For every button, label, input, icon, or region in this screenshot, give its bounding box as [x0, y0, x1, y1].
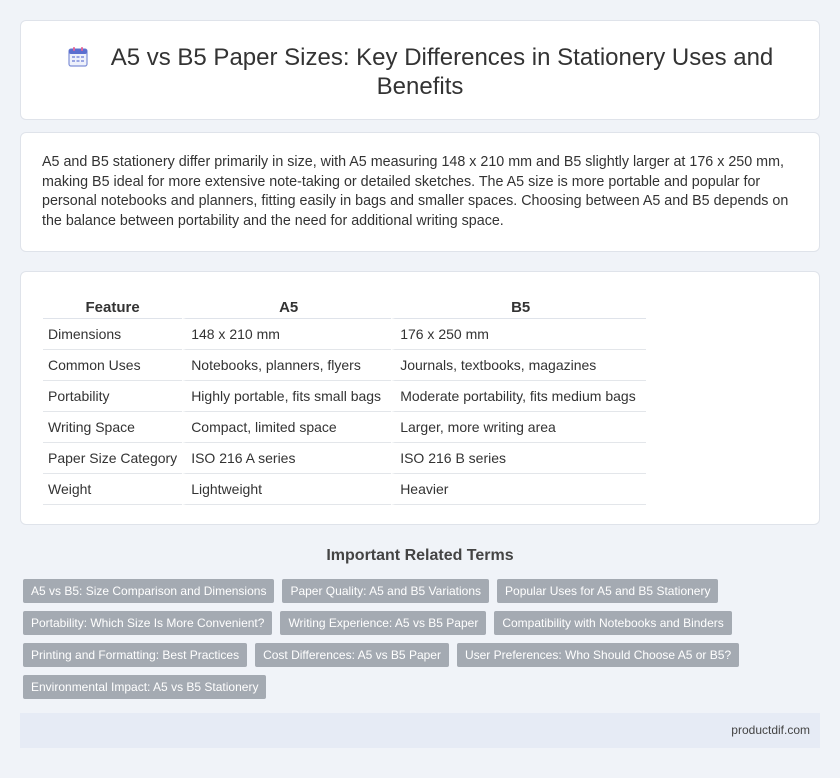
related-term-tag[interactable]: Environmental Impact: A5 vs B5 Stationer… — [23, 675, 267, 699]
feature-cell: Dimensions — [43, 319, 183, 350]
related-terms-tags: A5 vs B5: Size Comparison and Dimensions… — [23, 579, 813, 707]
calendar-icon — [67, 46, 89, 68]
page-title-text: A5 vs B5 Paper Sizes: Key Differences in… — [110, 44, 774, 100]
intro-paragraph: A5 and B5 stationery differ primarily in… — [42, 154, 789, 229]
table-row: Weight Lightweight Heavier — [43, 474, 647, 505]
related-term-tag[interactable]: Cost Differences: A5 vs B5 Paper — [255, 643, 449, 667]
column-header-b5: B5 — [391, 296, 647, 319]
a5-cell: Notebooks, planners, flyers — [182, 350, 392, 381]
related-term-tag[interactable]: Popular Uses for A5 and B5 Stationery — [497, 579, 719, 603]
b5-cell: 176 x 250 mm — [391, 319, 647, 350]
related-term-tag[interactable]: User Preferences: Who Should Choose A5 o… — [456, 643, 740, 667]
table-header-row: Feature A5 B5 — [43, 296, 647, 319]
tag-row: Printing and Formatting: Best Practices … — [23, 643, 813, 667]
related-term-tag[interactable]: Writing Experience: A5 vs B5 Paper — [280, 611, 487, 635]
footer: productdif.com — [20, 713, 820, 748]
header-card: A5 vs B5 Paper Sizes: Key Differences in… — [20, 20, 820, 120]
a5-cell: Highly portable, fits small bags — [182, 381, 392, 412]
table-row: Dimensions 148 x 210 mm 176 x 250 mm — [43, 319, 647, 350]
feature-cell: Paper Size Category — [43, 443, 183, 474]
comparison-table: Feature A5 B5 Dimensions 148 x 210 mm 17… — [43, 296, 647, 505]
tag-row: Portability: Which Size Is More Convenie… — [23, 611, 813, 635]
table-row: Portability Highly portable, fits small … — [43, 381, 647, 412]
related-term-tag[interactable]: Compatibility with Notebooks and Binders — [494, 611, 732, 635]
b5-cell: Heavier — [391, 474, 647, 505]
a5-cell: Lightweight — [182, 474, 392, 505]
page-title: A5 vs B5 Paper Sizes: Key Differences in… — [21, 43, 819, 101]
feature-cell: Writing Space — [43, 412, 183, 443]
column-header-a5: A5 — [182, 296, 392, 319]
related-term-tag[interactable]: A5 vs B5: Size Comparison and Dimensions — [23, 579, 275, 603]
intro-card: A5 and B5 stationery differ primarily in… — [20, 132, 820, 252]
related-terms-heading: Important Related Terms — [326, 547, 514, 564]
tag-row: Environmental Impact: A5 vs B5 Stationer… — [23, 675, 813, 699]
b5-cell: Journals, textbooks, magazines — [391, 350, 647, 381]
a5-cell: 148 x 210 mm — [182, 319, 392, 350]
a5-cell: ISO 216 A series — [182, 443, 392, 474]
b5-cell: Larger, more writing area — [391, 412, 647, 443]
feature-cell: Portability — [43, 381, 183, 412]
feature-cell: Common Uses — [43, 350, 183, 381]
b5-cell: ISO 216 B series — [391, 443, 647, 474]
comparison-card: Feature A5 B5 Dimensions 148 x 210 mm 17… — [20, 271, 820, 525]
a5-cell: Compact, limited space — [182, 412, 392, 443]
table-row: Common Uses Notebooks, planners, flyers … — [43, 350, 647, 381]
b5-cell: Moderate portability, fits medium bags — [391, 381, 647, 412]
related-term-tag[interactable]: Portability: Which Size Is More Convenie… — [23, 611, 273, 635]
footer-site-link[interactable]: productdif.com — [731, 723, 810, 737]
tag-row: A5 vs B5: Size Comparison and Dimensions… — [23, 579, 813, 603]
related-term-tag[interactable]: Printing and Formatting: Best Practices — [23, 643, 248, 667]
table-row: Paper Size Category ISO 216 A series ISO… — [43, 443, 647, 474]
related-term-tag[interactable]: Paper Quality: A5 and B5 Variations — [282, 579, 490, 603]
column-header-feature: Feature — [43, 296, 183, 319]
feature-cell: Weight — [43, 474, 183, 505]
table-row: Writing Space Compact, limited space Lar… — [43, 412, 647, 443]
